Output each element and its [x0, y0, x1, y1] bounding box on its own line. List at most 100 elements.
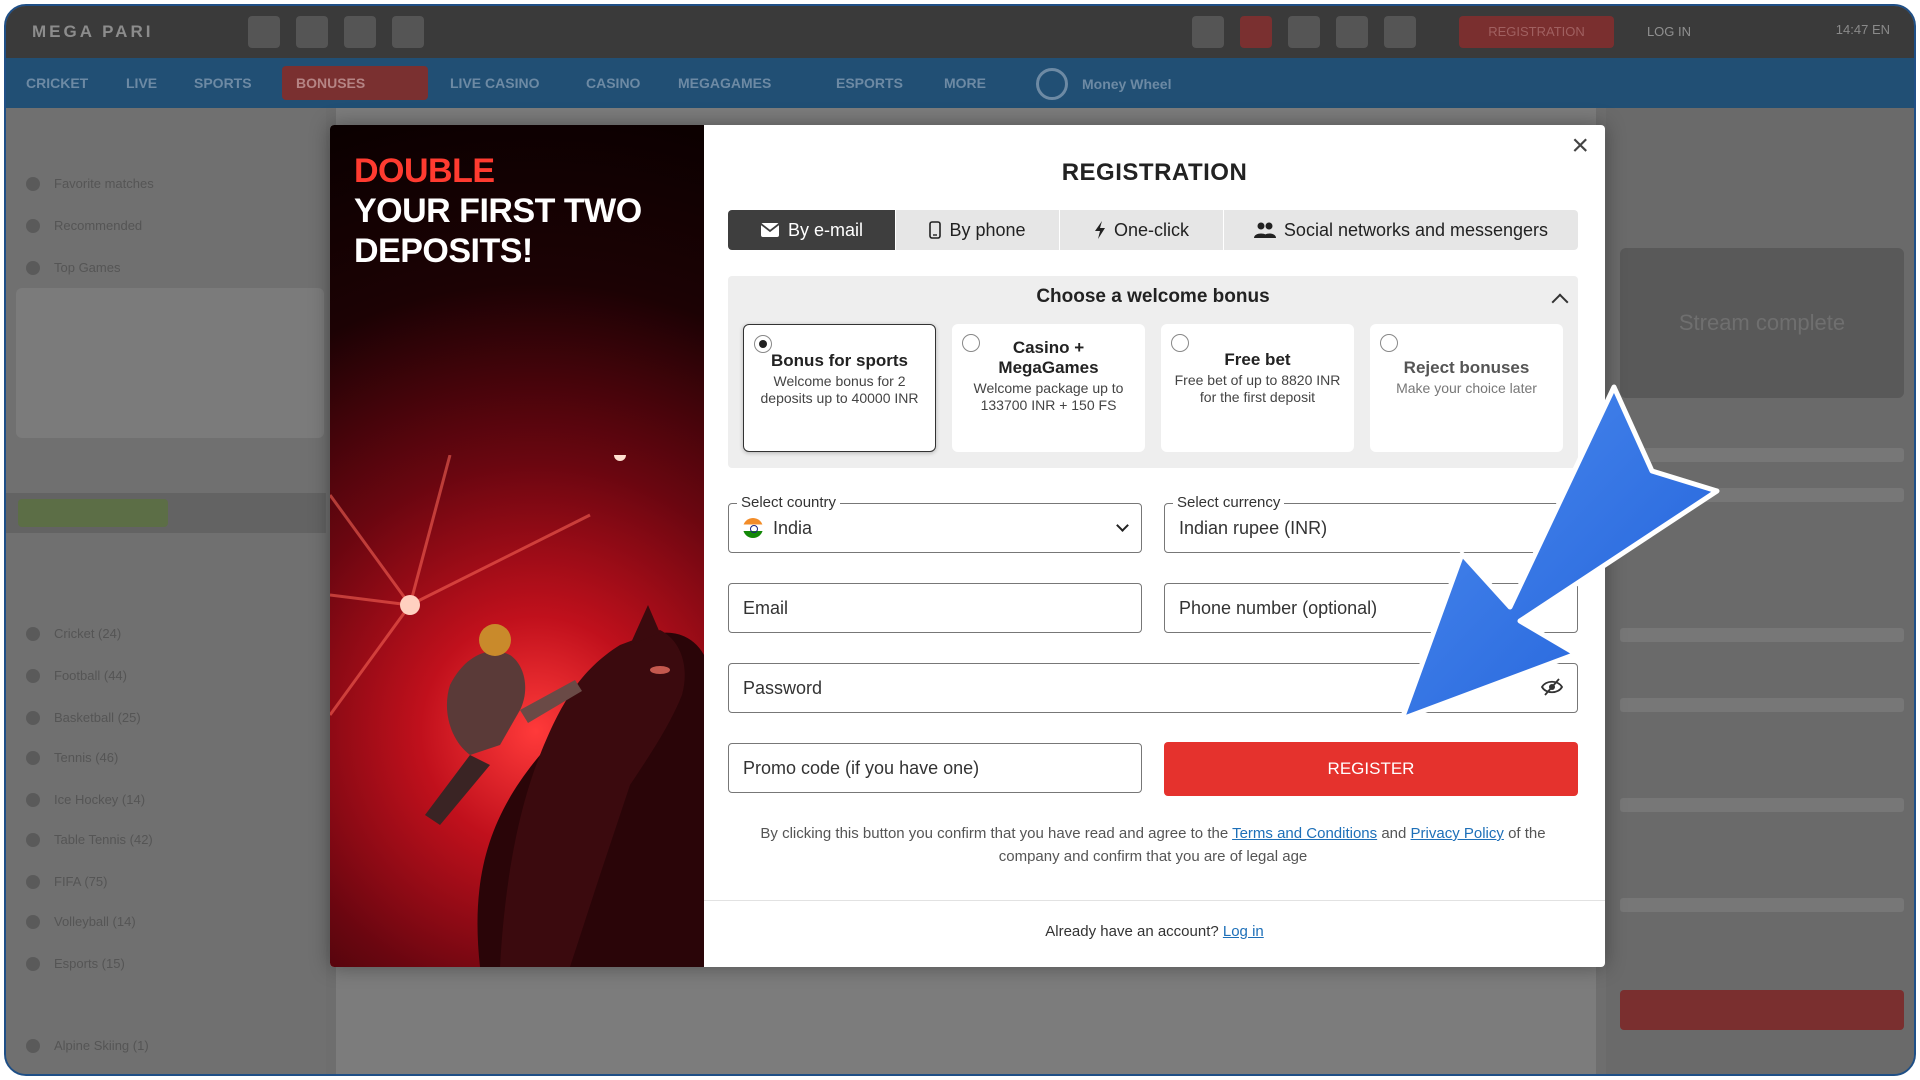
betslip-row	[1620, 898, 1904, 912]
legal-and: and	[1381, 825, 1407, 842]
nav-more[interactable]: MORE	[944, 75, 986, 91]
bonus-heading: Choose a welcome bonus	[1036, 286, 1270, 307]
sidebar-item-tennis[interactable]: Tennis (46)	[20, 744, 316, 772]
browser-frame: MEGA PARI REGISTRATION LOG IN 14:47 EN C…	[4, 4, 1916, 1076]
bonus-option-casino[interactable]: Casino + MegaGames Welcome package up to…	[952, 324, 1145, 452]
cricket-icon[interactable]	[296, 16, 328, 48]
top-login-button[interactable]: LOG IN	[1634, 16, 1704, 48]
left-sidebar: Favorite matches Recommended Top Games C…	[6, 108, 326, 1074]
gift-icon[interactable]	[1384, 16, 1416, 48]
dota-icon[interactable]	[248, 16, 280, 48]
bonus-description: Welcome bonus for 2 deposits up to 40000…	[760, 373, 919, 406]
nav-megagames[interactable]: MEGAGAMES	[678, 75, 771, 91]
nav-sports[interactable]: SPORTS	[194, 75, 252, 91]
promo-line-3: DEPOSITS!	[354, 232, 533, 270]
envelope-icon	[760, 223, 780, 237]
close-icon[interactable]: ×	[1571, 131, 1589, 161]
terms-link[interactable]: Terms and Conditions	[1232, 825, 1377, 842]
sidebar-item-top-games[interactable]: Top Games	[20, 254, 316, 282]
chevron-down-icon	[1116, 519, 1129, 532]
tab-one-click[interactable]: One-click	[1060, 210, 1224, 250]
site-topbar: MEGA PARI REGISTRATION LOG IN 14:47 EN	[6, 6, 1914, 58]
top-settings[interactable]: 14:47 EN	[1836, 22, 1890, 37]
country-value: India	[773, 518, 813, 538]
promo-icon[interactable]	[1288, 16, 1320, 48]
divider	[704, 900, 1605, 901]
promo-line-1: DOUBLE	[354, 152, 495, 190]
sidebar-item-fifa[interactable]: FIFA (75)	[20, 868, 316, 896]
india-flag-icon	[743, 518, 763, 538]
sidebar-live-sports-tabs	[6, 493, 326, 533]
password-placeholder: Password	[743, 678, 823, 698]
sidebar-item-table-tennis[interactable]: Table Tennis (42)	[20, 826, 316, 854]
radio-button[interactable]	[1380, 334, 1398, 352]
login-link[interactable]: Log in	[1223, 923, 1264, 940]
top-register-button[interactable]: REGISTRATION	[1459, 16, 1614, 48]
bonus-title: Casino + MegaGames	[998, 338, 1099, 377]
wheel-icon	[1036, 68, 1068, 100]
nav-live-casino[interactable]: LIVE CASINO	[450, 75, 539, 91]
currency-label: Select currency	[1173, 494, 1285, 512]
lightning-icon	[1094, 221, 1105, 239]
dollar-icon[interactable]	[1192, 16, 1224, 48]
tab-label: Social networks and messengers	[1283, 219, 1549, 240]
nav-money-wheel[interactable]: Money Wheel	[1036, 68, 1171, 100]
sidebar-item-alpine-skiing[interactable]: Alpine Skiing (1)	[20, 1032, 316, 1060]
tab-by-phone[interactable]: By phone	[896, 210, 1060, 250]
country-select[interactable]: Select country India	[728, 494, 1142, 553]
site-navbar: CRICKET LIVE SPORTS BONUSES LIVE CASINO …	[6, 58, 1914, 108]
phone-icon	[929, 221, 942, 239]
promo-headline: DOUBLE YOUR FIRST TWO DEPOSITS!	[354, 151, 642, 271]
tab-by-email[interactable]: By e-mail	[728, 210, 896, 250]
bonus-description: Welcome package up to 133700 INR + 150 F…	[973, 380, 1124, 413]
sidebar-item-ice-hockey[interactable]: Ice Hockey (14)	[20, 786, 316, 814]
promo-line-2: YOUR FIRST TWO	[354, 192, 642, 230]
tab-live[interactable]	[18, 499, 168, 527]
currency-value: Indian rupee (INR)	[1179, 518, 1328, 538]
email-field[interactable]: Email	[728, 583, 1142, 633]
sidebar-item-esports[interactable]: Esports (15)	[20, 950, 316, 978]
stream-box: Stream complete	[1620, 248, 1904, 398]
nav-bonuses[interactable]: BONUSES	[282, 66, 428, 100]
sidebar-match-card[interactable]	[16, 288, 324, 438]
tab-social-networks[interactable]: Social networks and messengers	[1224, 210, 1578, 250]
sidebar-item-favorites[interactable]: Favorite matches	[20, 170, 316, 198]
betslip-row	[1620, 798, 1904, 812]
tab-label: One-click	[1113, 219, 1189, 240]
radio-button[interactable]	[962, 334, 980, 352]
sidebar-item-basketball[interactable]: Basketball (25)	[20, 704, 316, 732]
radio-button[interactable]	[754, 335, 772, 353]
sidebar-item-football[interactable]: Football (44)	[20, 662, 316, 690]
pointer-arrow-icon	[1399, 384, 1720, 722]
account-text: Already have an account?	[1045, 923, 1219, 940]
sidebar-item-cricket[interactable]: Cricket (24)	[20, 620, 316, 648]
nav-casino[interactable]: CASINO	[586, 75, 640, 91]
betslip-register-button[interactable]	[1620, 990, 1904, 1030]
users-icon	[1253, 222, 1276, 238]
bell-icon[interactable]	[1336, 16, 1368, 48]
nav-live[interactable]: LIVE	[126, 75, 157, 91]
page-title: REGISTRATION	[1061, 159, 1248, 186]
nav-cricket[interactable]: CRICKET	[26, 75, 88, 91]
sidebar-item-volleyball[interactable]: Volleyball (14)	[20, 908, 316, 936]
privacy-link[interactable]: Privacy Policy	[1411, 825, 1504, 842]
aviator-icon[interactable]	[392, 16, 424, 48]
legal-text: By clicking this button you confirm that…	[728, 822, 1578, 868]
nav-esports[interactable]: ESPORTS	[836, 75, 903, 91]
notifications-icon[interactable]	[1240, 16, 1272, 48]
bonus-option-free-bet[interactable]: Free bet Free bet of up to 8820 INR for …	[1161, 324, 1354, 452]
slots-icon[interactable]	[344, 16, 376, 48]
promo-banner: DOUBLE YOUR FIRST TWO DEPOSITS!	[330, 125, 704, 967]
promo-code-field[interactable]: Promo code (if you have one)	[728, 743, 1142, 793]
tab-label: By phone	[949, 219, 1026, 240]
bonus-title: Reject bonuses	[1403, 358, 1530, 377]
bonus-title: Free bet	[1224, 350, 1291, 369]
bonus-title: Bonus for sports	[771, 351, 908, 370]
legal-part-1: By clicking this button you confirm that…	[760, 825, 1229, 842]
bonus-option-sports[interactable]: Bonus for sports Welcome bonus for 2 dep…	[743, 324, 936, 452]
bonus-description: Free bet of up to 8820 INR for the first…	[1174, 372, 1341, 405]
tab-label: By e-mail	[787, 219, 863, 240]
radio-button[interactable]	[1171, 334, 1189, 352]
register-button[interactable]: REGISTER	[1164, 742, 1578, 796]
sidebar-item-recommended[interactable]: Recommended	[20, 212, 316, 240]
